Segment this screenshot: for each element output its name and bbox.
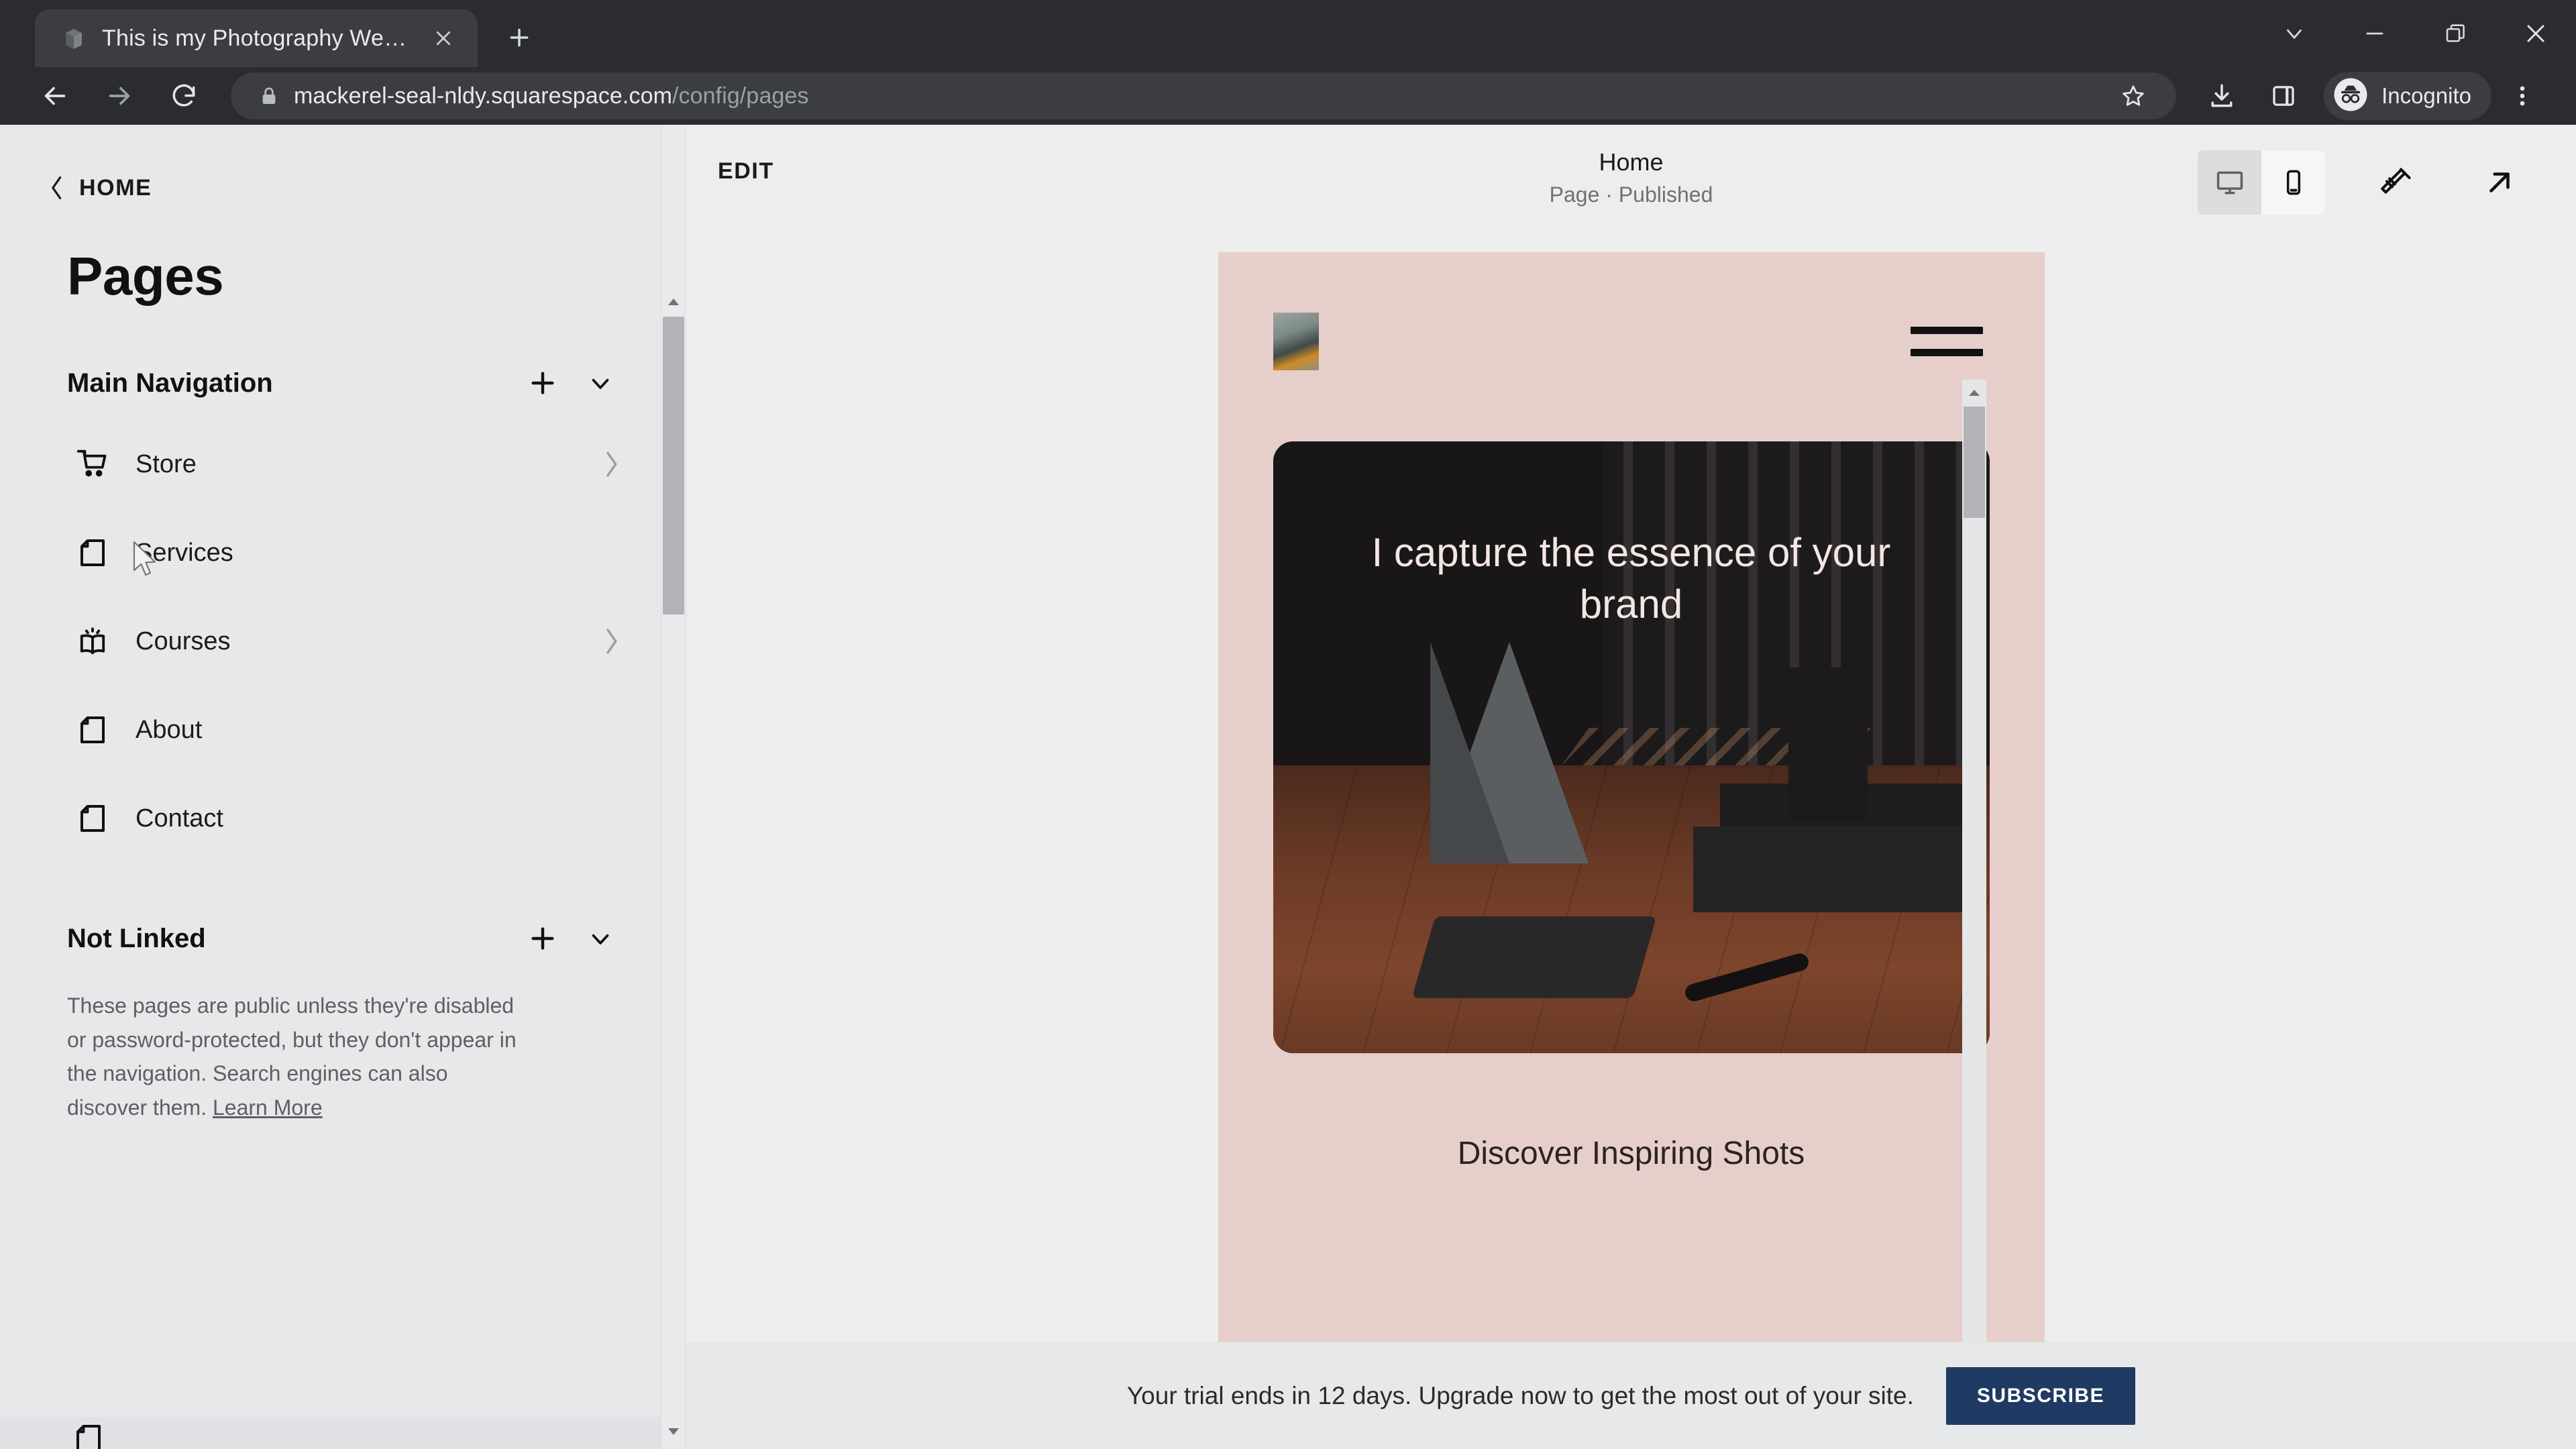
dark-studio-still-life-photo: I capture the essence of your brand — [1273, 441, 1990, 1053]
back-arrow-icon[interactable] — [23, 64, 87, 128]
open-book-icon — [72, 621, 113, 661]
browser-tab[interactable]: This is my Photography Website — [35, 9, 478, 67]
hero-cylinder-object — [1788, 667, 1868, 821]
add-page-not-linked-button[interactable] — [519, 914, 567, 963]
main-navigation-header: Main Navigation — [0, 353, 685, 413]
sidebar-item-courses[interactable]: Courses — [0, 597, 685, 686]
triangle-up-icon[interactable] — [661, 290, 685, 314]
tab-search-button[interactable] — [2254, 0, 2334, 67]
sidebar-item-about[interactable]: About — [0, 686, 685, 774]
sidebar-item-services[interactable]: Services — [0, 508, 685, 597]
browser-window: This is my Photography Website mackerel-… — [0, 0, 2576, 1449]
page-icon — [72, 798, 113, 839]
star-icon[interactable] — [2113, 76, 2153, 116]
not-linked-header: Not Linked — [0, 908, 685, 969]
learn-more-link[interactable]: Learn More — [213, 1095, 323, 1120]
address-bar[interactable]: mackerel-seal-nldy.squarespace.com/confi… — [231, 72, 2177, 119]
forward-arrow-icon[interactable] — [87, 64, 152, 128]
site-preview-pane: EDIT Home Page · Published I capture the… — [686, 125, 2576, 1449]
close-icon[interactable] — [425, 20, 462, 56]
mobile-phone-icon[interactable] — [2261, 150, 2325, 215]
tab-title: This is my Photography Website — [102, 25, 411, 51]
reload-icon[interactable] — [152, 64, 216, 128]
hero-foam-pad — [1411, 916, 1657, 998]
not-linked-description: These pages are public unless they're di… — [0, 969, 590, 1124]
site-logo-image[interactable] — [1273, 313, 1319, 370]
url-domain: mackerel-seal-nldy.squarespace.com — [294, 83, 673, 109]
three-dot-menu-icon[interactable] — [2491, 65, 2553, 127]
mouse-cursor — [131, 541, 161, 580]
sidebar-item-label: Contact — [136, 804, 223, 833]
trial-banner: Your trial ends in 12 days. Upgrade now … — [686, 1342, 2576, 1449]
page-title: Pages — [67, 246, 224, 306]
chevron-left-icon — [47, 173, 67, 203]
minimize-button[interactable] — [2334, 0, 2415, 67]
hero-pyramid-shade — [1430, 642, 1510, 864]
pages-sidebar: HOME Pages Main Navigation Store Service… — [0, 125, 686, 1449]
sidebar-item-contact[interactable]: Contact — [0, 774, 685, 863]
preview-toolbar — [2198, 150, 2532, 215]
partially-visible-list-item[interactable] — [0, 1417, 685, 1449]
trial-message: Your trial ends in 12 days. Upgrade now … — [1126, 1381, 1914, 1409]
restore-button[interactable] — [2415, 0, 2496, 67]
incognito-label: Incognito — [2381, 83, 2471, 108]
subscribe-button[interactable]: SUBSCRIBE — [1945, 1366, 2136, 1425]
mobile-site-preview[interactable]: I capture the essence of your brand Disc… — [1218, 252, 2045, 1449]
preview-canvas: I capture the essence of your brand Disc… — [686, 252, 2576, 1449]
page-viewport: HOME Pages Main Navigation Store Service… — [0, 125, 2576, 1449]
not-linked-heading: Not Linked — [67, 923, 206, 953]
tab-strip: This is my Photography Website — [0, 0, 2576, 67]
site-header — [1218, 252, 2045, 370]
arrow-up-right-icon[interactable] — [2467, 150, 2532, 215]
hero-box-bottom — [1693, 826, 1976, 913]
triangle-up-icon[interactable] — [1962, 382, 1986, 402]
hamburger-menu-icon[interactable] — [1910, 327, 1983, 356]
page-icon — [72, 710, 113, 750]
box-favicon — [60, 25, 87, 52]
sidebar-item-label: Store — [136, 449, 197, 478]
collapse-not-linked-icon[interactable] — [576, 914, 625, 963]
main-navigation-heading: Main Navigation — [67, 368, 273, 398]
sidebar-scrollbar-thumb[interactable] — [663, 317, 684, 614]
download-icon[interactable] — [2191, 65, 2253, 127]
add-page-main-nav-button[interactable] — [519, 359, 567, 407]
sidebar-item-label: Services — [136, 538, 233, 567]
lock-icon — [254, 80, 284, 111]
site-caption: Discover Inspiring Shots — [1457, 1136, 1805, 1171]
window-controls — [2254, 0, 2576, 67]
sidebar-scrollbar[interactable] — [661, 125, 685, 1449]
hero-headline: I capture the essence of your brand — [1371, 530, 1891, 627]
incognito-indicator[interactable]: Incognito — [2324, 72, 2491, 120]
incognito-icon — [2332, 76, 2369, 117]
preview-scrollbar[interactable] — [1962, 380, 1986, 1449]
device-toggle-group — [2198, 150, 2325, 215]
side-panel-icon[interactable] — [2253, 65, 2314, 127]
shopping-cart-icon — [72, 444, 113, 484]
page-icon — [72, 1422, 105, 1449]
desktop-monitor-icon[interactable] — [2198, 150, 2261, 215]
new-tab-button[interactable] — [492, 11, 546, 64]
url-path: /config/pages — [672, 83, 809, 109]
back-to-home-button[interactable]: HOME — [0, 125, 685, 205]
preview-header: EDIT Home Page · Published — [686, 125, 2576, 215]
main-navigation-list: Store Services Courses About Contact — [0, 420, 685, 863]
paintbrush-icon[interactable] — [2364, 150, 2428, 215]
triangle-down-icon[interactable] — [661, 1419, 685, 1444]
chevron-right-icon[interactable] — [596, 627, 626, 656]
sidebar-item-label: Courses — [136, 627, 231, 655]
sidebar-item-label: About — [136, 715, 203, 744]
address-bar-text: mackerel-seal-nldy.squarespace.com/confi… — [294, 83, 809, 109]
sidebar-item-store[interactable]: Store — [0, 420, 685, 508]
collapse-main-nav-icon[interactable] — [576, 359, 625, 407]
page-icon — [72, 533, 113, 573]
preview-scrollbar-thumb[interactable] — [1963, 407, 1985, 518]
close-window-button[interactable] — [2496, 0, 2576, 67]
browser-toolbar: mackerel-seal-nldy.squarespace.com/confi… — [0, 67, 2576, 125]
chevron-right-icon[interactable] — [596, 449, 626, 479]
back-to-home-label: HOME — [79, 174, 152, 201]
